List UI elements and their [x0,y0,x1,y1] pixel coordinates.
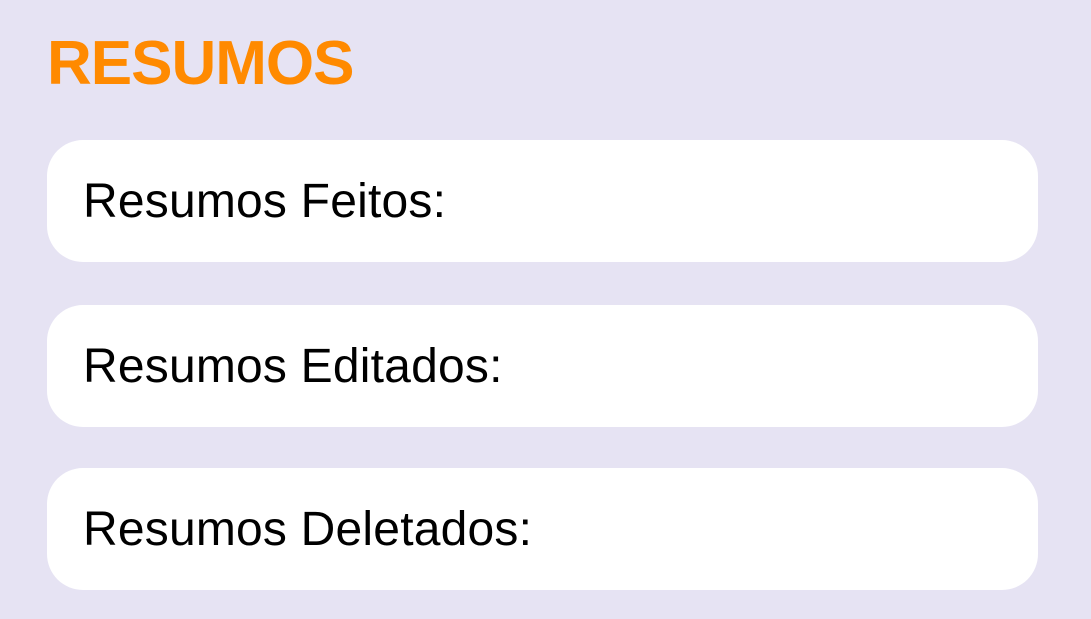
stat-card-editados: Resumos Editados: [47,305,1038,427]
page-title: RESUMOS [47,29,354,98]
stat-label-editados: Resumos Editados: [83,339,503,393]
summary-stats-list: Resumos Feitos: Resumos Editados: Resumo… [47,140,1038,590]
stat-card-deletados: Resumos Deletados: [47,468,1038,590]
stat-card-feitos: Resumos Feitos: [47,140,1038,262]
stat-label-deletados: Resumos Deletados: [83,502,533,556]
stat-label-feitos: Resumos Feitos: [83,174,447,228]
